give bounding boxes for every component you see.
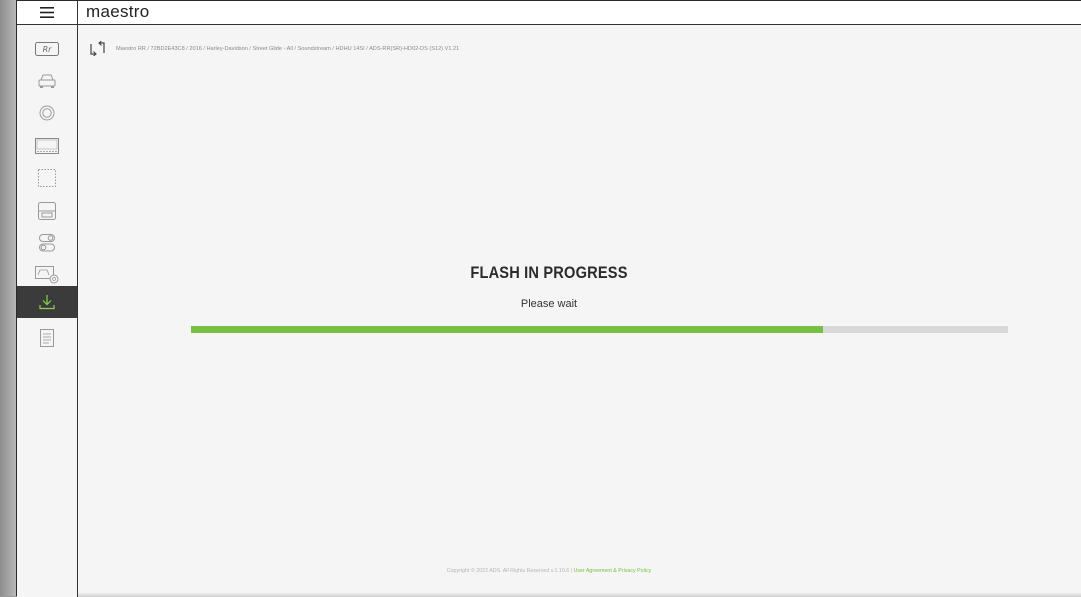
status-message: Please wait (520, 298, 578, 310)
flash-progress-fill (191, 326, 824, 333)
instrument-panel-icon (38, 202, 56, 220)
footer: Copyright © 2022 ADS. All Rights Reserve… (17, 568, 1081, 574)
user-agreement-link[interactable]: User Agreement & Privacy Policy (574, 568, 652, 574)
app-window: maestro Rr Maestro RR / 72BD2E43C8 / 201… (16, 0, 1081, 597)
swap-back-icon[interactable] (90, 41, 105, 56)
sidebar: Rr (17, 25, 78, 597)
top-bar: maestro (17, 1, 1081, 25)
svg-text:Rr: Rr (43, 45, 53, 54)
document-icon (40, 329, 54, 347)
sidebar-item-radio[interactable] (17, 130, 77, 162)
rr-logo-icon: Rr (35, 42, 59, 56)
steering-wheel-icon (39, 105, 55, 121)
dashed-panel-icon (38, 169, 56, 187)
sidebar-item-settings[interactable] (17, 227, 77, 259)
breadcrumb-path: Maestro RR / 72BD2E43C8 / 2016 / Harley-… (116, 45, 460, 52)
sidebar-item-document[interactable] (17, 322, 77, 354)
car-icon (38, 74, 56, 88)
toggle-settings-icon (39, 234, 55, 252)
sidebar-item-steering[interactable] (17, 97, 77, 129)
hamburger-icon (40, 7, 54, 18)
flash-progress-bar (191, 326, 1008, 333)
app-logo: maestro (86, 2, 150, 21)
vehicle-settings-icon (35, 266, 59, 284)
window-frame-edge (0, 0, 16, 596)
hamburger-menu-button[interactable] (17, 1, 78, 24)
bottom-edge (78, 593, 1081, 597)
sidebar-item-panel[interactable] (17, 162, 77, 194)
radio-display-icon (35, 138, 59, 154)
sidebar-item-vehicle[interactable] (17, 65, 77, 97)
page-title: FLASH IN PROGRESS (470, 263, 628, 282)
sidebar-item-instruments[interactable] (17, 195, 77, 227)
breadcrumb: Maestro RR / 72BD2E43C8 / 2016 / Harley-… (90, 41, 459, 56)
copyright-text: Copyright © 2022 ADS. All Rights Reserve… (446, 568, 574, 574)
sidebar-item-rr[interactable]: Rr (17, 33, 77, 65)
